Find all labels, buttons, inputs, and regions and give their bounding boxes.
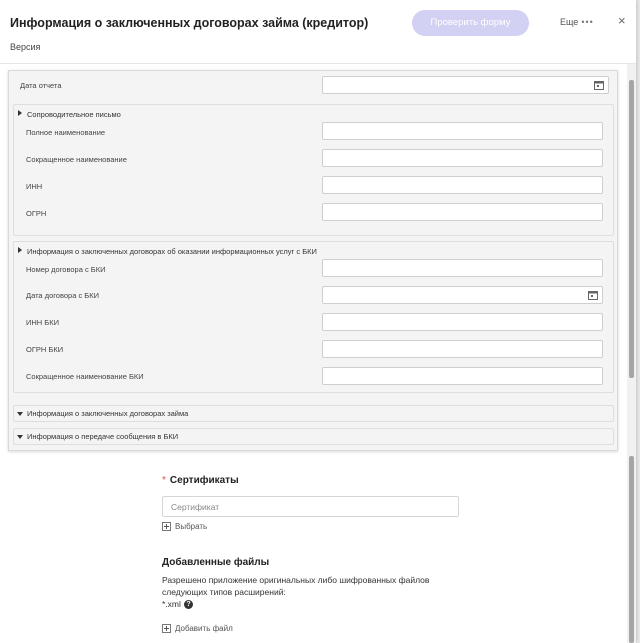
bki-short-name-input[interactable]: [322, 367, 603, 385]
bki-contract-date-input[interactable]: [322, 286, 603, 304]
ogrn-label: ОГРН: [26, 209, 47, 218]
loan-contracts-section[interactable]: Информация о заключенных договорах займа: [13, 405, 614, 422]
certificate-input[interactable]: Сертификат: [162, 496, 459, 517]
cover-letter-title[interactable]: Сопроводительное письмо: [27, 110, 121, 119]
scrollbar-thumb[interactable]: [629, 80, 634, 378]
bki-contracts-section: Информация о заключенных договорах об ок…: [13, 241, 614, 393]
bki-ogrn-label: ОГРН БКИ: [26, 345, 64, 354]
bki-contract-number-input[interactable]: [322, 259, 603, 277]
certificate-placeholder: Сертификат: [171, 502, 220, 512]
short-name-input[interactable]: [322, 149, 603, 167]
check-form-button[interactable]: Проверить форму: [412, 10, 529, 36]
inn-label: ИНН: [26, 182, 43, 191]
report-date-input[interactable]: [322, 76, 609, 94]
modal-window: Информация о заключенных договорах займа…: [0, 0, 636, 643]
ogrn-input[interactable]: [322, 203, 603, 221]
bki-section-title[interactable]: Информация о заключенных договорах об ок…: [27, 247, 317, 256]
bki-transfer-section[interactable]: Информация о передаче сообщения в БКИ: [13, 428, 614, 445]
bki-contract-number-label: Номер договора с БКИ: [26, 265, 106, 274]
collapse-triangle-icon[interactable]: [17, 412, 23, 416]
page-title: Информация о заключенных договорах займа…: [10, 16, 369, 30]
bki-ogrn-input[interactable]: [322, 340, 603, 358]
certificates-title-text: Сертификаты: [169, 475, 239, 486]
expand-triangle-icon[interactable]: [18, 247, 22, 253]
expand-triangle-icon[interactable]: [18, 110, 22, 116]
files-description: Разрешено приложение оригинальных либо ш…: [162, 575, 430, 597]
add-file-button[interactable]: Добавить файл: [175, 624, 233, 633]
plus-icon[interactable]: [162, 624, 171, 633]
report-date-label: Дата отчета: [20, 81, 62, 90]
short-name-label: Сокращенное наименование: [26, 155, 127, 164]
version-link[interactable]: Версия: [10, 42, 40, 52]
select-certificate-button[interactable]: Выбрать: [175, 522, 207, 531]
calendar-icon[interactable]: [588, 290, 598, 300]
full-name-input[interactable]: [322, 122, 603, 140]
full-name-label: Полное наименование: [26, 128, 106, 137]
more-label: Еще: [560, 17, 579, 27]
certificates-title: * Сертификаты: [162, 475, 239, 486]
loan-contracts-title[interactable]: Информация о заключенных договорах займа: [27, 409, 188, 418]
bki-inn-input[interactable]: [322, 313, 603, 331]
bki-inn-label: ИНН БКИ: [26, 318, 59, 327]
more-dots-icon: •••: [581, 17, 594, 27]
modal-header: Информация о заключенных договорах займа…: [0, 0, 636, 64]
plus-icon[interactable]: [162, 522, 171, 531]
bki-short-name-label: Сокращенное наименование БКИ: [26, 372, 144, 381]
close-icon[interactable]: ×: [618, 14, 626, 27]
inn-input[interactable]: [322, 176, 603, 194]
bki-transfer-title[interactable]: Информация о передаче сообщения в БКИ: [27, 432, 178, 441]
required-mark: *: [162, 475, 166, 486]
help-icon[interactable]: ?: [184, 600, 193, 609]
cover-letter-section: Сопроводительное письмо Полное наименова…: [13, 104, 614, 236]
bki-contract-date-label: Дата договора с БКИ: [26, 291, 99, 300]
allowed-extension: *.xml: [162, 599, 181, 609]
collapse-triangle-icon[interactable]: [17, 435, 23, 439]
added-files-title: Добавленные файлы: [162, 557, 270, 568]
more-menu-button[interactable]: Еще •••: [560, 17, 594, 27]
form-panel: Дата отчета Сопроводительное письмо Полн…: [8, 70, 618, 451]
calendar-icon[interactable]: [594, 80, 604, 90]
outer-scrollbar-thumb[interactable]: [629, 456, 634, 643]
